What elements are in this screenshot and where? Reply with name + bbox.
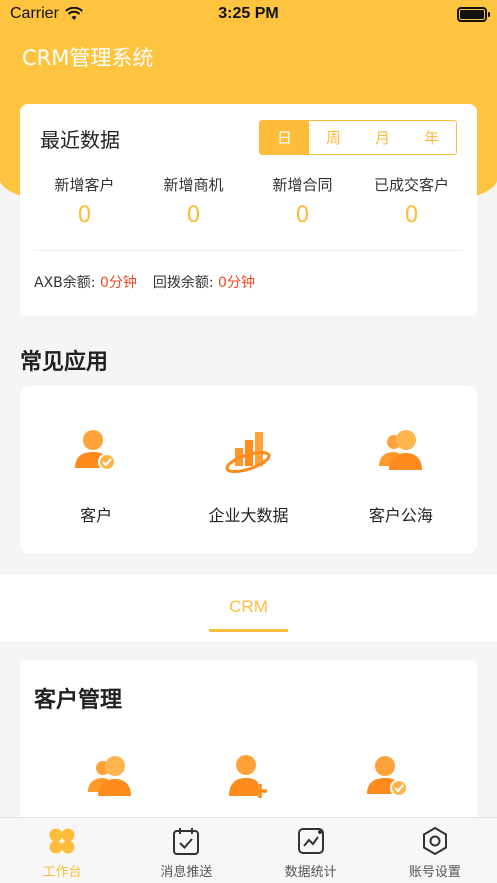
stat-value: 0	[186, 203, 201, 228]
stat-value: 0	[295, 203, 310, 228]
axb-balance-label: AXB余额:	[34, 275, 96, 291]
period-month[interactable]: 月	[358, 121, 407, 154]
app-label: 客户	[80, 506, 113, 525]
tab-crm[interactable]: CRM	[0, 597, 497, 617]
stat-new-contracts[interactable]: 新增合同 0	[248, 174, 357, 228]
stat-new-opportunities[interactable]: 新增商机 0	[139, 174, 248, 228]
customer-management-title: 客户管理	[34, 688, 123, 713]
add-customer-icon[interactable]	[224, 752, 274, 802]
stat-new-customers[interactable]: 新增客户 0	[30, 174, 139, 228]
tab-label: 数据统计	[284, 865, 337, 880]
app-label: 企业大数据	[208, 506, 289, 525]
customer-check-icon	[75, 430, 117, 471]
callback-balance-value: 0分钟	[218, 275, 255, 291]
common-apps-title: 常见应用	[20, 350, 109, 375]
status-time: 3:25 PM	[218, 5, 279, 22]
customer-management-icons	[20, 752, 477, 802]
customer-management-card: 客户管理	[20, 660, 477, 830]
tab-label: 消息推送	[160, 865, 213, 880]
verified-customer-icon[interactable]	[363, 752, 413, 802]
bottom-tabbar: 工作台 消息推送 数据统计 账号设置	[0, 817, 497, 883]
calendar-check-icon	[173, 828, 200, 855]
app-customer-pool[interactable]: 客户公海	[325, 386, 477, 553]
tab-label: 工作台	[42, 865, 82, 880]
app-customer[interactable]: 客户	[20, 386, 172, 553]
tab-label: 账号设置	[408, 865, 461, 880]
axb-balance-value: 0分钟	[99, 275, 137, 291]
stat-value: 0	[77, 203, 92, 228]
stat-label: 新增合同	[272, 176, 333, 194]
tab-workbench[interactable]: 工作台	[0, 818, 124, 883]
app-enterprise-data[interactable]: 企业大数据	[172, 386, 324, 553]
status-bar: Carrier 3:25 PM	[0, 0, 497, 30]
chart-icon	[297, 828, 324, 854]
app-label: 客户公海	[368, 506, 433, 525]
app-title: CRM管理系统	[22, 46, 154, 70]
divider	[34, 250, 463, 251]
enterprise-data-icon	[225, 432, 272, 474]
period-selector: 日 周 月 年	[259, 120, 457, 155]
common-apps-card: 客户 企业大数据 客户公海	[20, 386, 477, 553]
workbench-icon	[49, 828, 75, 854]
stat-label: 新增客户	[54, 176, 115, 194]
settings-hex-icon	[422, 826, 447, 856]
stat-value: 0	[404, 203, 419, 228]
recent-data-title: 最近数据	[40, 128, 120, 152]
stat-closed-customers[interactable]: 已成交客户 0	[357, 174, 466, 228]
category-tabstrip: CRM	[0, 575, 497, 641]
callback-balance-label: 回拨余额:	[152, 275, 214, 291]
callback-balance: 回拨余额: 0分钟	[153, 272, 255, 292]
period-day[interactable]: 日	[260, 121, 309, 154]
recent-data-card: 最近数据 日 周 月 年 新增客户 0 新增商机 0 新增合同 0 已成交客户 …	[20, 104, 477, 316]
battery-icon	[457, 7, 490, 22]
customers-group-icon[interactable]	[85, 752, 135, 802]
tab-messages[interactable]: 消息推送	[124, 818, 248, 883]
customer-pool-icon	[378, 430, 422, 470]
tab-crm-indicator	[209, 629, 288, 632]
tab-statistics[interactable]: 数据统计	[249, 818, 373, 883]
period-week[interactable]: 周	[309, 121, 358, 154]
stat-label: 已成交客户	[373, 176, 449, 194]
axb-balance: AXB余额: 0分钟	[34, 272, 137, 292]
period-year[interactable]: 年	[407, 121, 456, 154]
balance-row: AXB余额: 0分钟 回拨余额: 0分钟	[34, 272, 255, 292]
stat-label: 新增商机	[163, 176, 224, 194]
stats-row: 新增客户 0 新增商机 0 新增合同 0 已成交客户 0	[20, 174, 477, 228]
tab-account-settings[interactable]: 账号设置	[373, 818, 497, 883]
